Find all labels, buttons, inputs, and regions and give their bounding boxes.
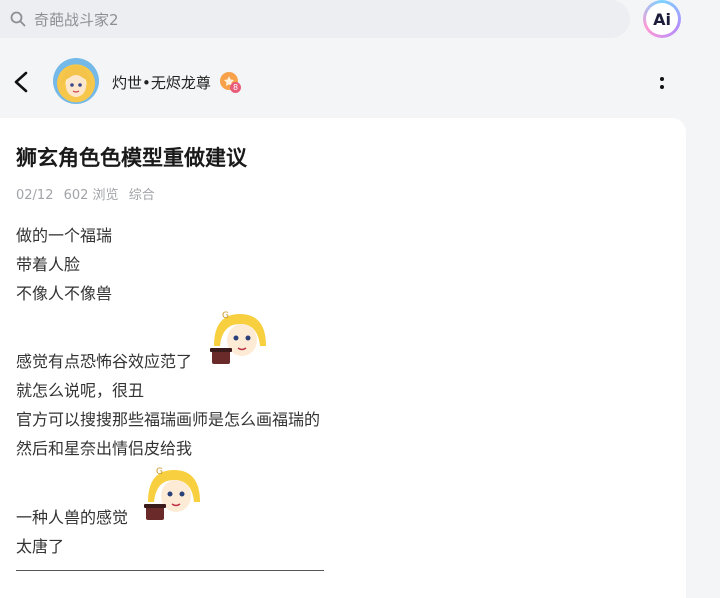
back-arrow-icon <box>14 71 28 93</box>
avatar[interactable] <box>53 58 99 104</box>
post-views: 602 浏览 <box>63 188 119 203</box>
badge-level: 8 <box>230 82 241 93</box>
svg-text:G: G <box>222 311 229 321</box>
more-options-button[interactable] <box>655 72 669 94</box>
level-badge-icon: 8 <box>220 72 241 93</box>
post-meta: 02/12 602 浏览 综合 <box>16 184 161 203</box>
sticker-emoji: G <box>144 467 200 520</box>
svg-text:G: G <box>156 467 163 477</box>
post-line: 做的一个福瑞 <box>16 226 113 245</box>
post-line: 就怎么说呢，很丑 <box>16 381 145 400</box>
post-date: 02/12 <box>16 188 54 203</box>
post-line: 太唐了 <box>16 537 65 556</box>
post-line: 感觉有点恐怖谷效应范了 <box>16 352 193 371</box>
search-text: 奇葩战斗家2 <box>34 10 119 29</box>
post-line: 带着人脸 <box>16 255 81 274</box>
search-icon <box>10 11 26 27</box>
post-card: 狮玄角色色模型重做建议 02/12 602 浏览 综合 做的一个福瑞 带着人脸 … <box>0 118 686 598</box>
ai-button[interactable]: Ai <box>643 0 681 38</box>
more-vertical-icon <box>660 77 664 89</box>
post-category[interactable]: 综合 <box>129 188 155 203</box>
sticker-emoji: G <box>210 311 266 364</box>
search-bar[interactable]: 奇葩战斗家2 <box>0 0 630 38</box>
back-button[interactable] <box>10 69 34 95</box>
post-title: 狮玄角色色模型重做建议 <box>16 146 247 170</box>
ai-icon: Ai <box>646 3 678 35</box>
post-line: 官方可以搜搜那些福瑞画师是怎么画福瑞的 <box>16 410 321 429</box>
post-line: 一种人兽的感觉 <box>16 508 129 527</box>
post-line: 然后和星奈出情侣皮给我 <box>16 439 193 458</box>
post-header: 灼世•无烬龙尊 8 <box>0 56 720 108</box>
post-line: 不像人不像兽 <box>16 284 113 303</box>
author-name[interactable]: 灼世•无烬龙尊 <box>112 72 211 93</box>
divider <box>16 570 324 571</box>
